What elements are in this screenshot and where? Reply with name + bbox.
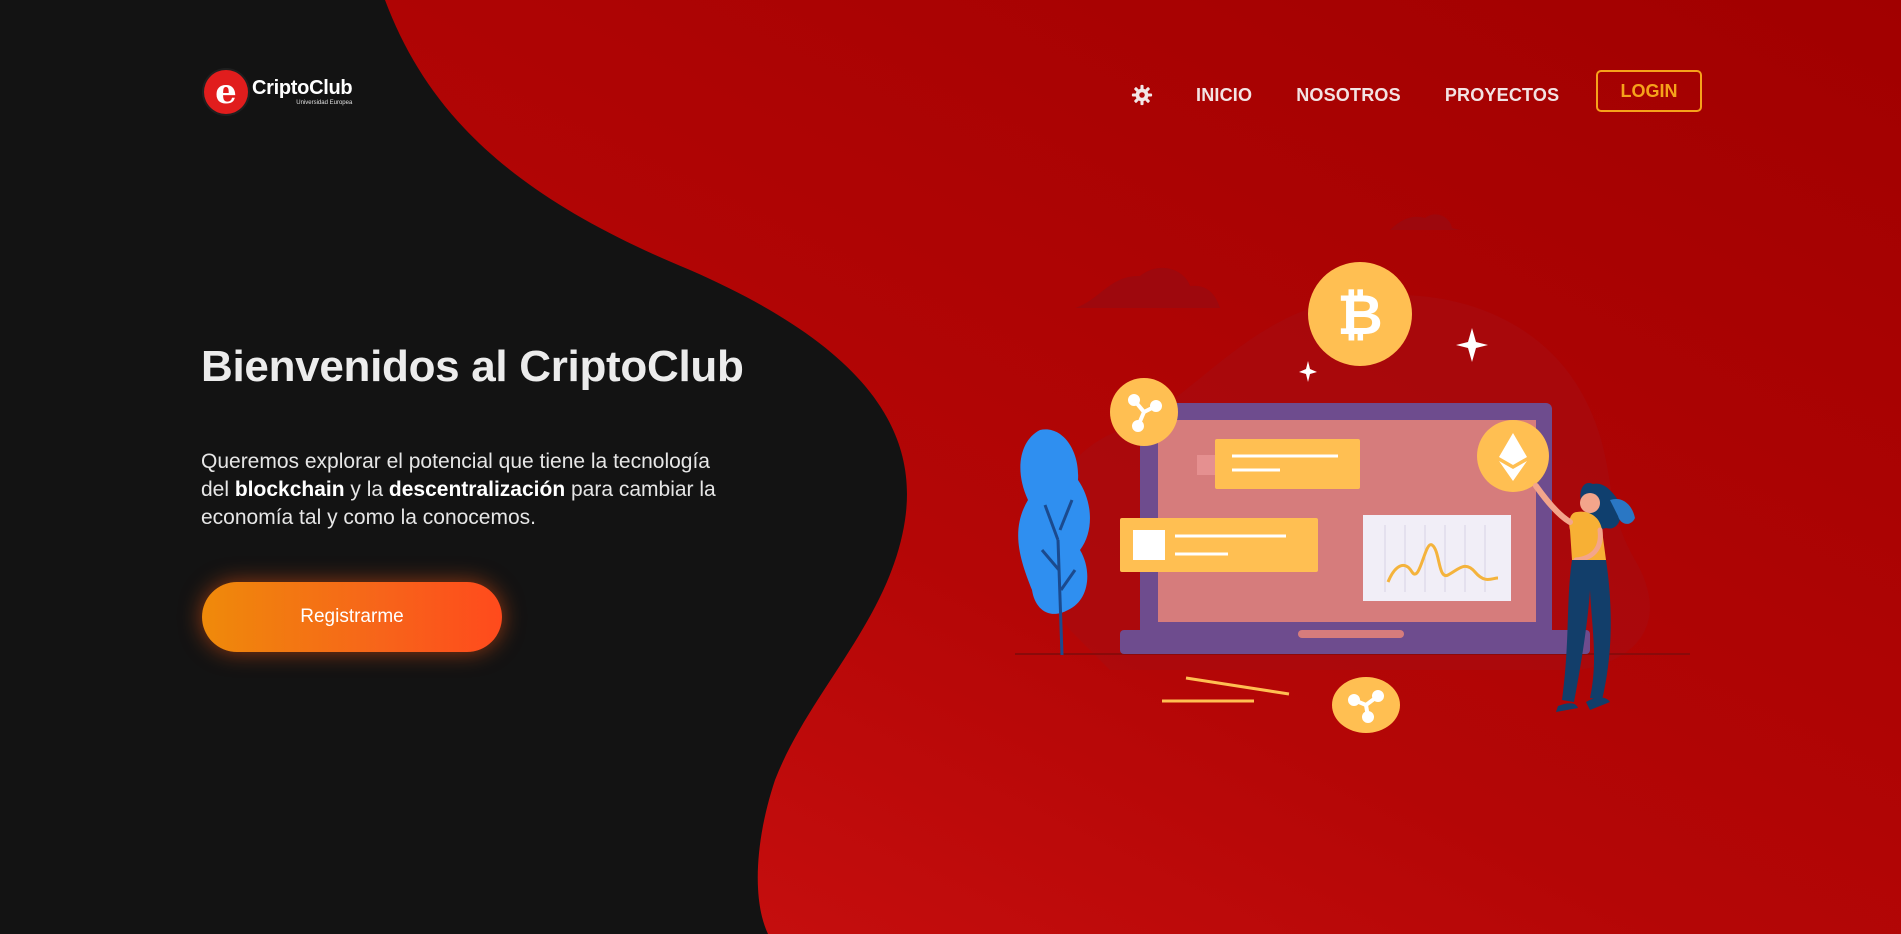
brand-subtitle: Universidad Europea bbox=[296, 100, 353, 106]
ethereum-icon bbox=[1477, 420, 1549, 492]
nav-link-inicio[interactable]: INICIO bbox=[1196, 85, 1252, 106]
cloud-shape bbox=[1390, 214, 1460, 230]
hero-description: Queremos explorar el potencial que tiene… bbox=[201, 448, 721, 532]
brand-logo[interactable]: e CriptoClub Universidad Europea bbox=[204, 70, 353, 114]
svg-text:₿: ₿ bbox=[1337, 283, 1383, 348]
main-nav: INICIO NOSOTROS PROYECTOS bbox=[1130, 70, 1581, 120]
ripple-icon bbox=[1110, 378, 1178, 446]
logo-badge: e bbox=[204, 70, 248, 114]
hero-title: Bienvenidos al CriptoClub bbox=[201, 342, 744, 391]
cloud-shape bbox=[1075, 267, 1220, 308]
hero-bold-descentralizacion: descentralización bbox=[388, 478, 566, 501]
nav-link-proyectos[interactable]: PROYECTOS bbox=[1445, 85, 1560, 106]
hero-illustration: ₿ bbox=[1015, 214, 1690, 733]
bitcoin-icon: ₿ bbox=[1308, 262, 1412, 366]
hero-bold-blockchain: blockchain bbox=[234, 478, 345, 501]
nav-link-nosotros[interactable]: NOSOTROS bbox=[1296, 85, 1401, 106]
chart-card bbox=[1363, 515, 1511, 601]
hero-text-part: y la bbox=[344, 478, 389, 501]
ripple-icon bbox=[1332, 677, 1400, 733]
register-button[interactable]: Registrarme bbox=[202, 582, 502, 652]
gear-icon[interactable] bbox=[1130, 83, 1154, 107]
logo-text: CriptoClub Universidad Europea bbox=[252, 77, 353, 106]
login-button[interactable]: LOGIN bbox=[1596, 70, 1702, 112]
brand-name: CriptoClub bbox=[252, 77, 353, 99]
